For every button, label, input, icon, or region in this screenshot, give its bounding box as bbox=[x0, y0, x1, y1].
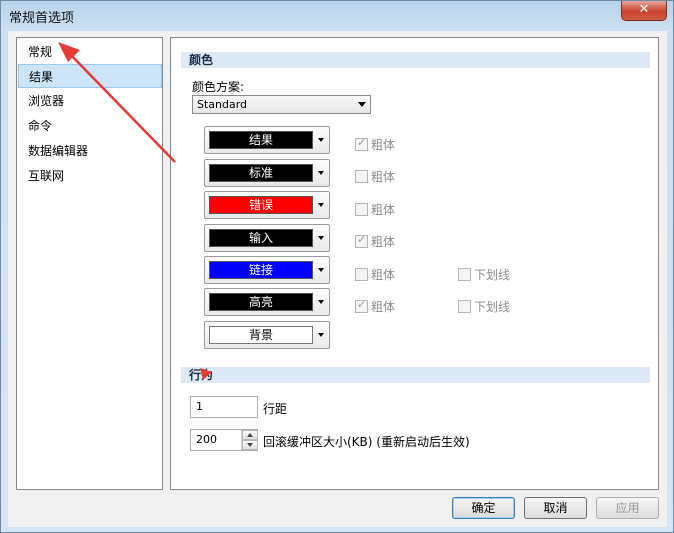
color-combo-background[interactable]: 背景 bbox=[204, 321, 330, 349]
color-combo-error[interactable]: 错误 bbox=[204, 191, 330, 219]
color-swatch: 链接 bbox=[209, 261, 313, 279]
nav-item-commands[interactable]: 命令 bbox=[18, 114, 162, 138]
color-combo-results[interactable]: 结果 bbox=[204, 126, 330, 154]
bold-checkbox-standard[interactable] bbox=[355, 170, 368, 183]
bold-label: 粗体 bbox=[371, 138, 396, 152]
color-scheme-label: 颜色方案: bbox=[192, 80, 245, 94]
color-combo-highlight[interactable]: 高亮 bbox=[204, 288, 330, 316]
colors-section-header: 颜色 bbox=[181, 52, 650, 68]
watermark-suffix: 经验 bbox=[567, 470, 599, 489]
line-spacing-label: 行距 bbox=[263, 402, 288, 416]
color-combo-link[interactable]: 链接 bbox=[204, 256, 330, 284]
scrollback-value: 200 bbox=[196, 433, 217, 446]
color-swatch: 结果 bbox=[209, 131, 313, 149]
chevron-down-icon bbox=[358, 102, 366, 107]
close-icon: ✕ bbox=[638, 2, 650, 17]
nav-item-browser[interactable]: 浏览器 bbox=[18, 89, 162, 113]
category-list: 常规 结果 浏览器 命令 数据编辑器 互联网 bbox=[16, 37, 163, 490]
settings-panel: 颜色 颜色方案: Standard 结果 粗体 标准 粗体 错误 bbox=[170, 37, 659, 490]
spin-up-icon[interactable] bbox=[242, 430, 258, 440]
watermark-text: Bai bbox=[521, 459, 569, 492]
chevron-down-icon bbox=[318, 203, 324, 207]
underline-checkbox-link[interactable] bbox=[458, 268, 471, 281]
color-swatch: 标准 bbox=[209, 164, 313, 182]
chevron-down-icon bbox=[318, 138, 324, 142]
spin-down-icon[interactable] bbox=[242, 440, 258, 450]
cancel-button[interactable]: 取消 bbox=[524, 497, 587, 519]
color-swatch: 高亮 bbox=[209, 293, 313, 311]
dialog-client-area: 常规 结果 浏览器 命令 数据编辑器 互联网 颜色 颜色方案: Standard… bbox=[8, 31, 667, 527]
bold-checkbox-highlight[interactable] bbox=[355, 298, 368, 313]
color-scheme-value: Standard bbox=[197, 98, 248, 111]
nav-item-general[interactable]: 常规 bbox=[18, 40, 162, 64]
chevron-down-icon bbox=[318, 236, 324, 240]
underline-label: 下划线 bbox=[474, 300, 511, 314]
color-combo-input[interactable]: 输入 bbox=[204, 224, 330, 252]
color-swatch: 错误 bbox=[209, 196, 313, 214]
nav-item-data-editor[interactable]: 数据编辑器 bbox=[18, 139, 162, 163]
window-title: 常规首选项 bbox=[9, 11, 75, 26]
preferences-dialog: 常规首选项 ✕ 常规 结果 浏览器 命令 数据编辑器 互联网 颜色 颜色方案: … bbox=[0, 0, 674, 533]
color-scheme-select[interactable]: Standard bbox=[192, 95, 371, 114]
scrollback-spinner[interactable] bbox=[241, 430, 258, 450]
bold-checkbox-link[interactable] bbox=[355, 268, 368, 281]
underline-checkbox-highlight[interactable] bbox=[458, 300, 471, 313]
color-combo-standard[interactable]: 标准 bbox=[204, 159, 330, 187]
close-button[interactable]: ✕ bbox=[621, 1, 667, 21]
chevron-down-icon bbox=[318, 268, 324, 272]
line-spacing-input[interactable]: 1 bbox=[190, 396, 258, 418]
bold-checkbox-error[interactable] bbox=[355, 203, 368, 216]
chevron-down-icon bbox=[318, 300, 324, 304]
chevron-down-icon bbox=[318, 333, 324, 337]
nav-item-results[interactable]: 结果 bbox=[18, 64, 162, 88]
behavior-section-header: 行为 bbox=[181, 367, 650, 383]
title-bar[interactable]: 常规首选项 ✕ bbox=[1, 1, 673, 29]
bold-checkbox-results[interactable] bbox=[355, 136, 368, 151]
nav-item-internet[interactable]: 互联网 bbox=[18, 164, 162, 188]
color-swatch: 背景 bbox=[209, 326, 313, 344]
bold-label: 粗体 bbox=[371, 170, 396, 184]
apply-button[interactable]: 应用 bbox=[596, 497, 659, 519]
bold-label: 粗体 bbox=[371, 203, 396, 217]
bold-label: 粗体 bbox=[371, 268, 396, 282]
chevron-down-icon bbox=[318, 171, 324, 175]
bold-checkbox-input[interactable] bbox=[355, 233, 368, 248]
color-swatch: 输入 bbox=[209, 229, 313, 247]
bold-label: 粗体 bbox=[371, 300, 396, 314]
bold-label: 粗体 bbox=[371, 235, 396, 249]
underline-label: 下划线 bbox=[474, 268, 511, 282]
ok-button[interactable]: 确定 bbox=[452, 497, 515, 519]
scrollback-label: 回滚缓冲区大小(KB) (重新启动后生效) bbox=[263, 435, 470, 449]
watermark-logo: Bai经验 bbox=[521, 459, 599, 492]
